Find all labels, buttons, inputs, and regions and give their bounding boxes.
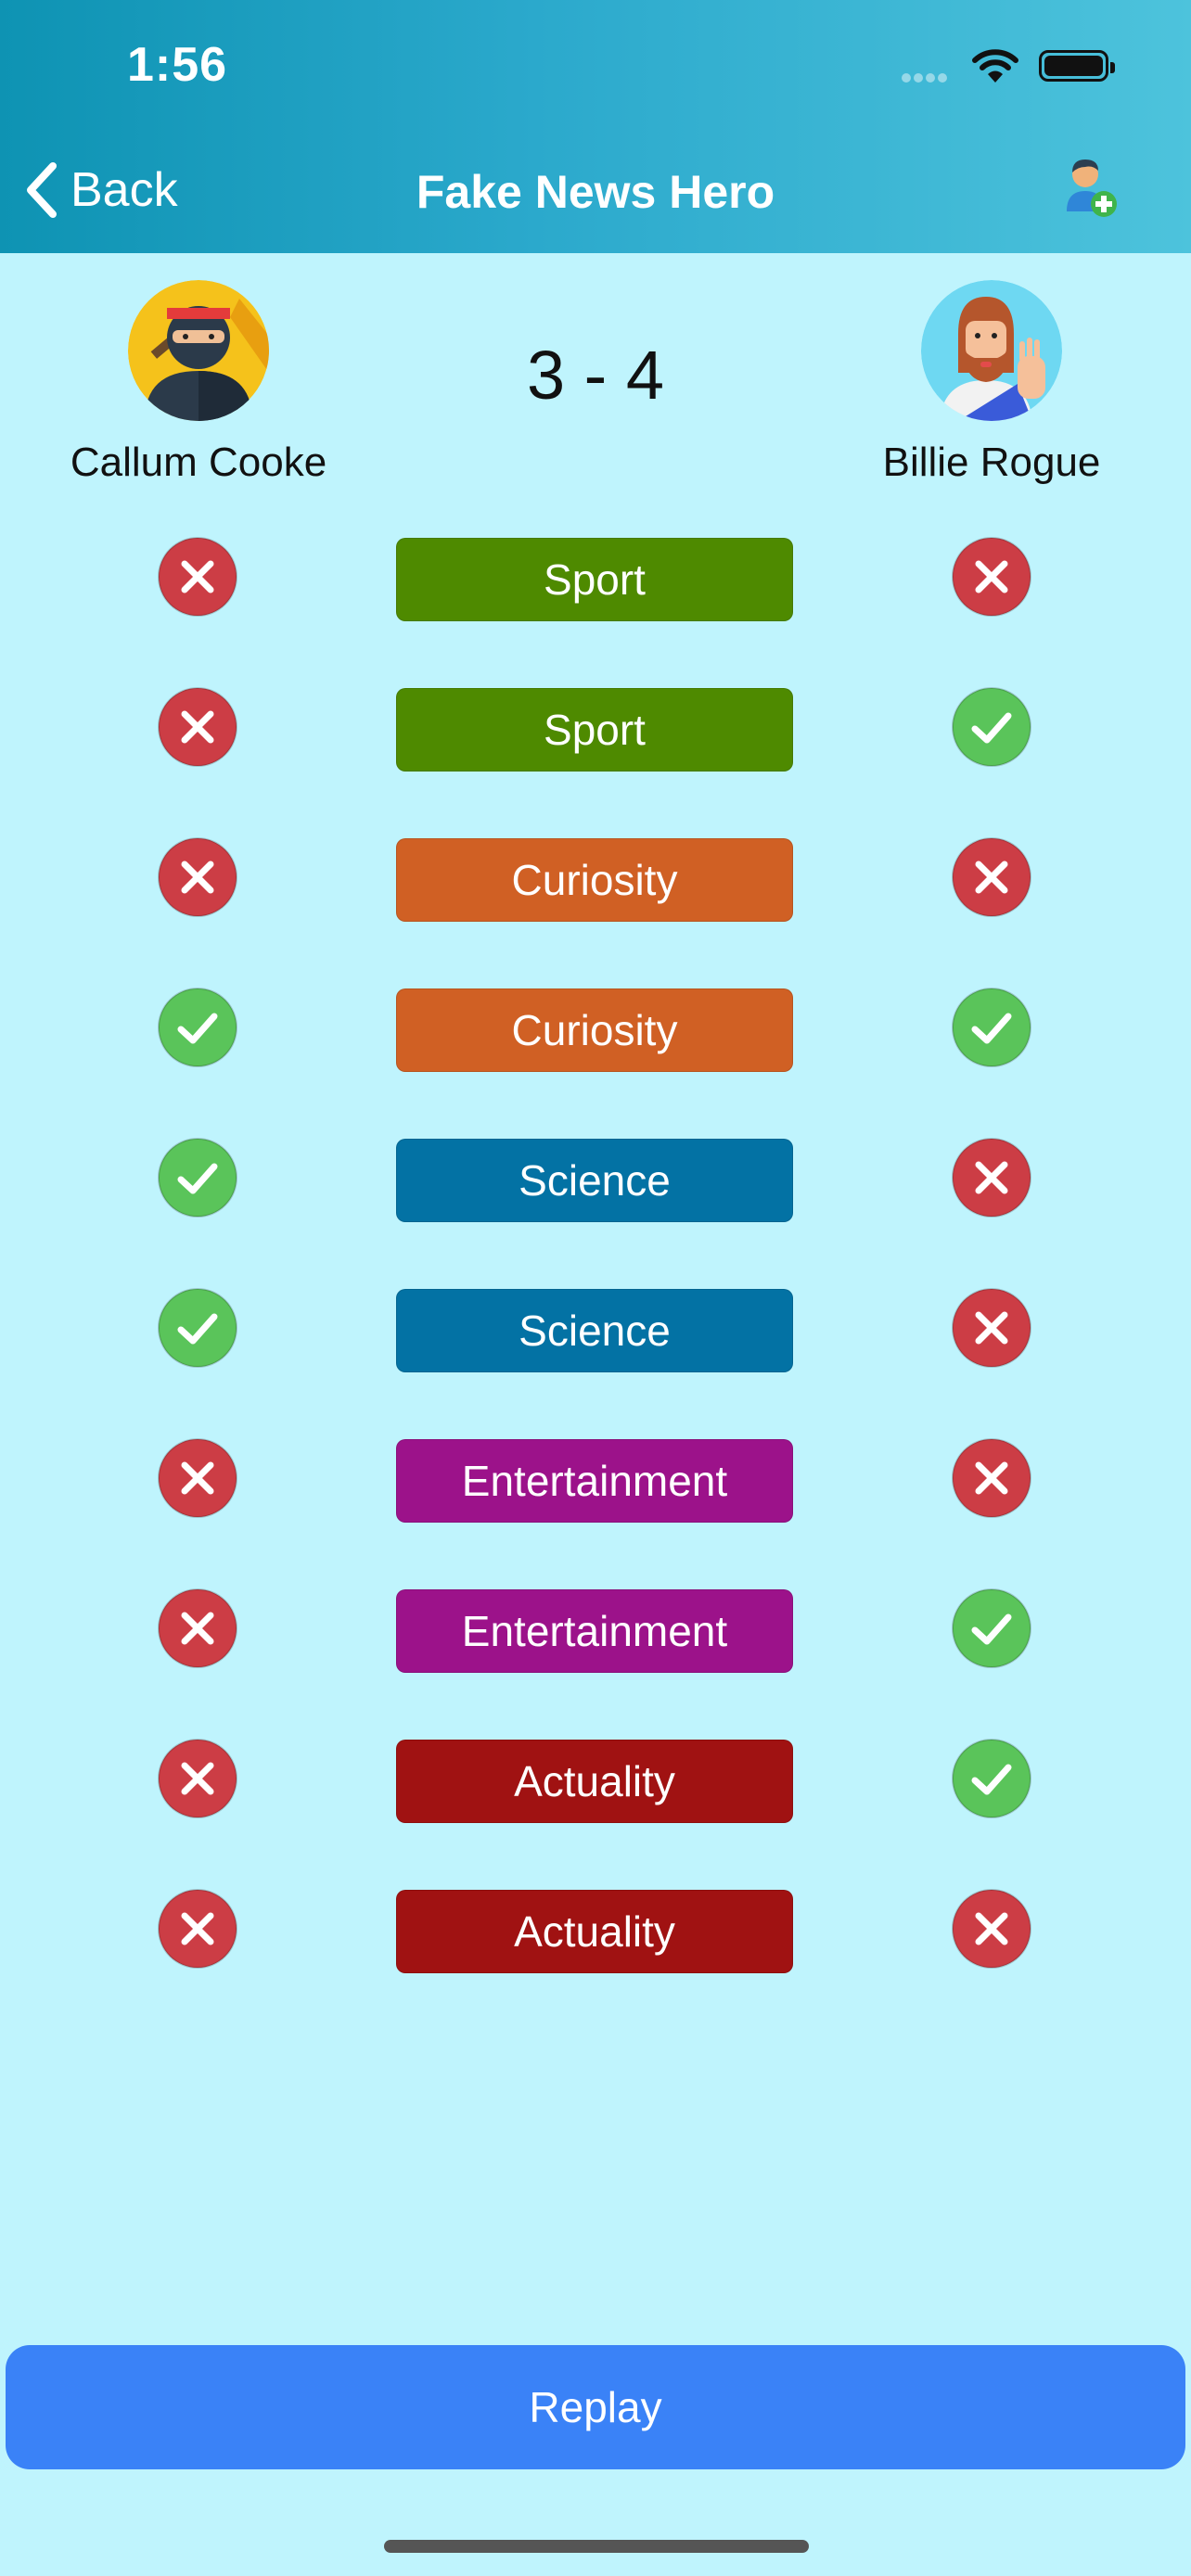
cross-icon [952, 1889, 1031, 1969]
check-icon [952, 988, 1031, 1067]
player-one: Callum Cooke [69, 280, 328, 486]
player-two-name: Billie Rogue [882, 440, 1101, 485]
category-badge: Science [396, 1289, 793, 1372]
round-row: Entertainment [0, 1588, 1191, 1673]
check-icon [158, 988, 237, 1067]
category-badge: Actuality [396, 1740, 793, 1823]
category-badge: Entertainment [396, 1439, 793, 1523]
cross-icon [952, 1438, 1031, 1518]
category-badge: Curiosity [396, 988, 793, 1072]
cross-icon [158, 1739, 237, 1818]
round-row: Sport [0, 686, 1191, 772]
check-icon [952, 1588, 1031, 1668]
round-row: Entertainment [0, 1437, 1191, 1523]
category-badge: Sport [396, 688, 793, 772]
category-badge: Science [396, 1139, 793, 1222]
cross-icon [158, 837, 237, 917]
player-two: Billie Rogue [862, 280, 1121, 486]
cellular-signal-icon [902, 70, 950, 87]
add-user-icon[interactable] [1061, 154, 1121, 221]
round-row: Science [0, 1287, 1191, 1372]
round-row: Science [0, 1137, 1191, 1222]
category-badge: Entertainment [396, 1589, 793, 1673]
check-icon [952, 687, 1031, 767]
cross-icon [952, 1138, 1031, 1218]
cross-icon [158, 687, 237, 767]
check-icon [158, 1288, 237, 1368]
round-row: Sport [0, 536, 1191, 621]
replay-button[interactable]: Replay [6, 2345, 1185, 2469]
status-time: 1:56 [127, 38, 228, 92]
cross-icon [158, 1588, 237, 1668]
round-row: Actuality [0, 1888, 1191, 1973]
category-badge: Curiosity [396, 838, 793, 922]
home-indicator [384, 2540, 809, 2553]
round-row: Curiosity [0, 987, 1191, 1072]
wifi-icon [972, 49, 1018, 83]
cross-icon [952, 837, 1031, 917]
cross-icon [158, 1438, 237, 1518]
check-icon [952, 1739, 1031, 1818]
category-badge: Sport [396, 538, 793, 621]
battery-icon [1039, 50, 1115, 82]
match-score: 3 - 4 [526, 337, 665, 414]
cross-icon [952, 1288, 1031, 1368]
bearded-man-avatar [921, 280, 1062, 421]
cross-icon [952, 537, 1031, 617]
navigation-header: 1:56 Back Fake News Hero [0, 0, 1191, 253]
player-one-name: Callum Cooke [70, 440, 327, 485]
cross-icon [158, 1889, 237, 1969]
page-title: Fake News Hero [416, 166, 775, 218]
ninja-avatar [128, 280, 269, 421]
cross-icon [158, 537, 237, 617]
round-row: Actuality [0, 1738, 1191, 1823]
category-badge: Actuality [396, 1890, 793, 1973]
check-icon [158, 1138, 237, 1218]
round-row: Curiosity [0, 836, 1191, 922]
